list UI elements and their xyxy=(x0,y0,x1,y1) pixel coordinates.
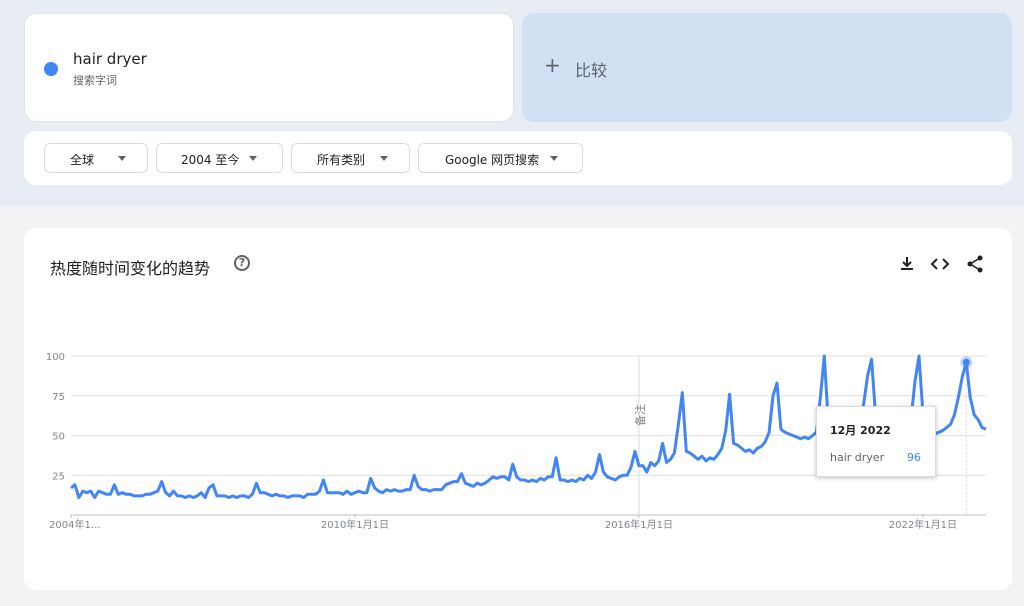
trend-chart[interactable]: 25 50 75 100 2004年1… 2010年1月1日 2016年1月1日 2022年1… xyxy=(24,228,1012,548)
search-type-dropdown[interactable]: Google 网页搜索 xyxy=(418,143,583,173)
search-term-card[interactable]: hair dryer 搜索字词 xyxy=(24,13,514,122)
category-label: 所有类别 xyxy=(317,153,366,167)
tooltip-value: 96 xyxy=(907,451,921,464)
plus-icon: + xyxy=(544,53,561,77)
chevron-down-icon xyxy=(249,156,257,161)
y-tick-label: 100 xyxy=(46,352,65,363)
compare-button[interactable]: + 比较 xyxy=(522,13,1012,122)
filter-bar: 全球 2004 至今 所有类别 Google 网页搜索 xyxy=(24,131,1012,185)
compare-label: 比较 xyxy=(575,61,608,80)
y-tick-label: 25 xyxy=(52,471,65,482)
search-term-name[interactable]: hair dryer xyxy=(73,50,147,68)
x-tick-label: 2004年1… xyxy=(49,518,101,531)
category-dropdown[interactable]: 所有类别 xyxy=(291,143,410,173)
region-dropdown[interactable]: 全球 xyxy=(44,143,148,173)
search-term-type: 搜索字词 xyxy=(73,74,117,87)
x-tick-label: 2022年1月1日 xyxy=(889,518,957,531)
period-dropdown[interactable]: 2004 至今 xyxy=(156,143,283,173)
tooltip-term: hair dryer xyxy=(830,451,885,464)
chevron-down-icon xyxy=(380,156,388,161)
x-tick-label: 2016年1月1日 xyxy=(605,518,673,531)
y-tick-label: 75 xyxy=(52,392,65,403)
annotation-label: 备注 xyxy=(633,404,647,426)
search-type-label: Google 网页搜索 xyxy=(445,153,540,167)
tooltip-date: 12月 2022 xyxy=(830,424,891,437)
region-label: 全球 xyxy=(70,153,95,167)
x-tick-label: 2010年1月1日 xyxy=(321,518,389,531)
y-tick-label: 50 xyxy=(52,432,65,443)
chevron-down-icon xyxy=(118,156,126,161)
interest-over-time-card: 热度随时间变化的趋势 ? 25 50 75 100 2004年1… 2010年1月1日 20… xyxy=(24,228,1012,590)
term-color-dot xyxy=(44,62,58,76)
highlight-point xyxy=(962,358,970,366)
chevron-down-icon xyxy=(550,156,558,161)
chart-tooltip: 12月 2022 hair dryer 96 xyxy=(816,406,936,477)
period-label: 2004 至今 xyxy=(181,153,240,167)
